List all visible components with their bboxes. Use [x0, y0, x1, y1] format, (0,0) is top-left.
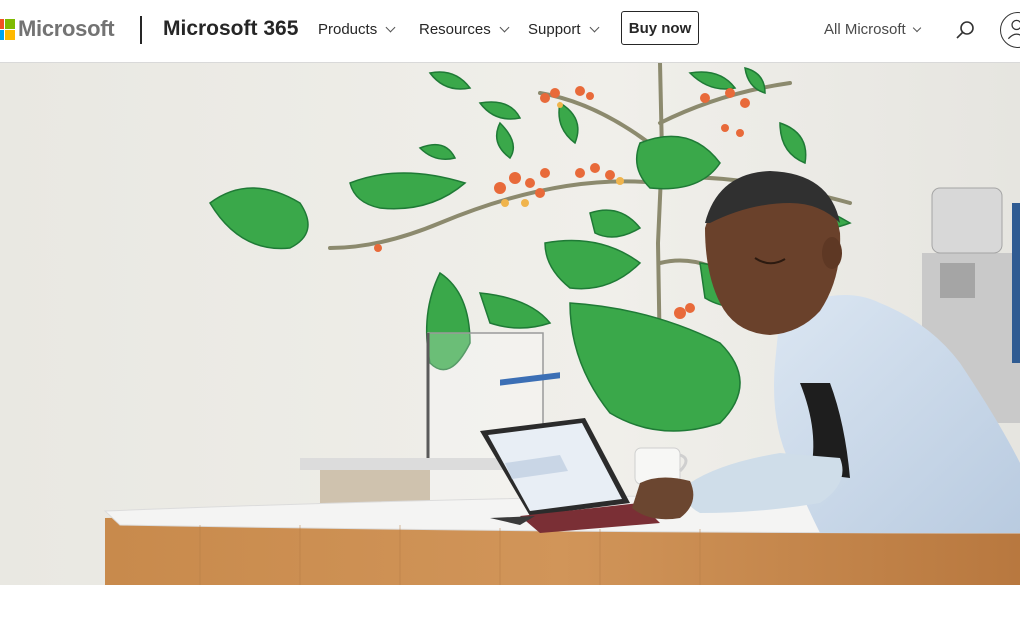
product-title[interactable]: Microsoft 365 [163, 17, 298, 41]
all-microsoft-label: All Microsoft [824, 21, 906, 38]
resources-menu[interactable]: Resources [419, 21, 510, 38]
resources-menu-label: Resources [419, 21, 491, 38]
top-navigation: Microsoft Microsoft 365 Products Resourc… [0, 0, 1020, 63]
search-icon[interactable] [953, 18, 977, 42]
chevron-down-icon [385, 22, 396, 33]
chevron-down-icon [912, 23, 921, 32]
chevron-down-icon [499, 22, 510, 33]
chevron-down-icon [589, 22, 599, 33]
brand-name[interactable]: Microsoft [18, 16, 115, 42]
buy-now-button[interactable]: Buy now [621, 11, 699, 45]
products-menu[interactable]: Products [318, 21, 396, 38]
products-menu-label: Products [318, 21, 378, 38]
brand-divider [140, 16, 142, 44]
account-icon[interactable] [1000, 12, 1020, 48]
hero-image [0, 63, 1020, 585]
page-bottom [0, 585, 1020, 630]
support-menu-label: Support [528, 21, 581, 38]
all-microsoft-menu[interactable]: All Microsoft [824, 21, 921, 38]
microsoft-logo-icon[interactable] [0, 19, 15, 41]
support-menu[interactable]: Support [528, 21, 599, 38]
